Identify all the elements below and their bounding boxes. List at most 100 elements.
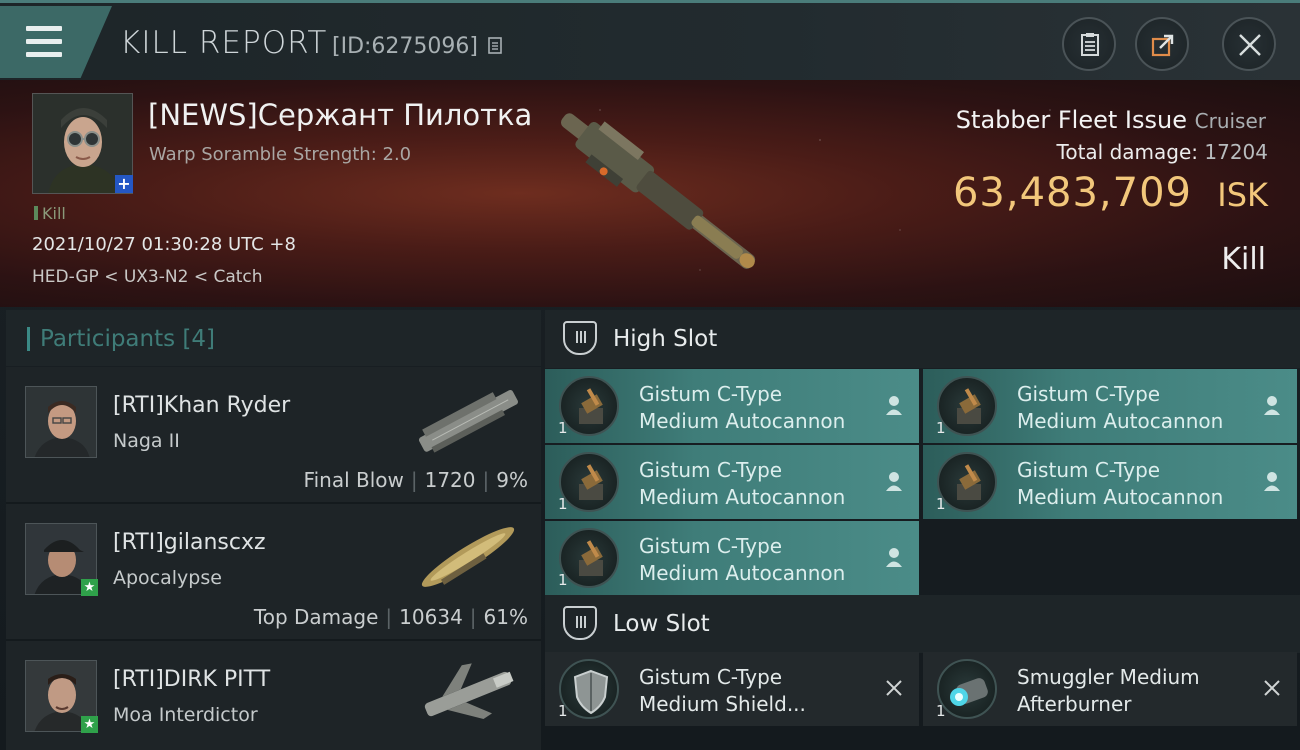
participant-row[interactable]: [RTI]Khan Ryder Naga II Final Blow | 1720 |… [6, 367, 541, 504]
total-damage-label: Total damage: [1056, 140, 1199, 164]
close-icon [1239, 34, 1261, 56]
module-item[interactable]: 1 Gistum C-Type Medium Autocannon [923, 445, 1297, 519]
victim-banner: + [NEWS]Сержант Пилотка Warp Soramble St… [0, 80, 1300, 307]
low-slot-title: Low Slot [613, 611, 710, 637]
high-slot-title: High Slot [613, 326, 718, 352]
clipboard-icon [1081, 33, 1099, 56]
page-title: KILL REPORT [120, 25, 328, 61]
header-bar: KILL REPORT [ID:6275096] [0, 0, 1300, 80]
user-icon [886, 396, 902, 415]
module-name: Gistum C-Type Medium Autocannon [639, 457, 845, 511]
user-icon [886, 548, 902, 567]
participants-header: Participants [4] [6, 310, 541, 366]
destroyed-icon [1264, 680, 1280, 696]
participant-row[interactable]: ★ [RTI]gilanscxz Apocalypse Top Damage | 1… [6, 504, 541, 641]
module-item[interactable]: 1 Smuggler Medium Afterburner [923, 652, 1297, 726]
participant-row[interactable]: ★ [RTI]DIRK PITT Moa Interdictor [6, 641, 541, 750]
user-icon [886, 472, 902, 491]
stats-divider: | [469, 605, 477, 629]
menu-button[interactable] [0, 6, 112, 78]
participant-stats: Final Blow | 1720 | 9% [304, 468, 528, 492]
kill-location[interactable]: HED-GP < UX3-N2 < Catch [32, 267, 263, 287]
high-slot-header: High Slot [545, 310, 1300, 368]
close-button[interactable] [1222, 17, 1276, 71]
low-slot-icon [563, 606, 597, 640]
total-damage: Total damage: 17204 [1057, 140, 1268, 164]
participant-percent: 61% [483, 605, 528, 629]
star-badge-icon: ★ [81, 579, 98, 596]
module-quantity: 1 [558, 571, 568, 589]
module-item[interactable]: 1 Gistum C-Type Medium Autocannon [545, 445, 919, 519]
stats-divider: | [482, 468, 490, 492]
victim-ship-image [561, 113, 756, 269]
kill-tag-text: Kill [42, 204, 66, 223]
module-quantity: 1 [558, 495, 568, 513]
add-contact-icon[interactable]: + [115, 175, 133, 193]
module-name: Gistum C-Type Medium Autocannon [1017, 457, 1223, 511]
module-name: Gistum C-Type Medium Shield... [639, 664, 806, 718]
module-item[interactable]: 1 Gistum C-Type Medium Autocannon [545, 521, 919, 595]
isk-unit: ISK [1217, 176, 1268, 214]
module-name-line: Medium Autocannon [639, 409, 846, 433]
menu-icon-bar [26, 39, 62, 44]
kill-result: Kill [1221, 242, 1266, 277]
module-item[interactable]: 1 Gistum C-Type Medium Autocannon [545, 369, 919, 443]
module-item[interactable]: 1 Gistum C-Type Medium Autocannon [923, 369, 1297, 443]
high-slot-icon [563, 321, 597, 355]
participant-percent: 9% [496, 468, 528, 492]
kill-datetime: 2021/10/27 01:30:28 UTC +8 [32, 234, 296, 255]
kill-type-label: Kill [34, 204, 66, 223]
participant-damage: 10634 [399, 605, 463, 629]
module-name-line: Gistum C-Type [639, 665, 783, 689]
module-name-line: Gistum C-Type [1017, 382, 1161, 406]
module-name: Smuggler Medium Afterburner [1017, 664, 1200, 718]
notes-button[interactable] [1062, 17, 1116, 71]
total-damage-value: 17204 [1204, 140, 1268, 164]
module-name: Gistum C-Type Medium Autocannon [639, 381, 845, 435]
user-icon [1264, 396, 1280, 415]
participant-ship-image [424, 663, 514, 720]
module-name-line: Medium Autocannon [1017, 485, 1224, 509]
pilot-portrait-image [26, 387, 96, 457]
participant-ship-image [418, 389, 518, 453]
participant-ship: Naga II [113, 430, 180, 452]
module-quantity: 1 [558, 419, 568, 437]
module-name-line: Gistum C-Type [639, 534, 783, 558]
autocannon-icon [559, 376, 619, 436]
low-slot-header: Low Slot [545, 595, 1300, 653]
module-name: Gistum C-Type Medium Autocannon [1017, 381, 1223, 435]
module-name-line: Medium Shield... [639, 692, 806, 716]
autocannon-icon [937, 452, 997, 512]
copy-icon[interactable] [487, 36, 505, 56]
share-icon [1151, 34, 1174, 57]
participant-stats: Top Damage | 10634 | 61% [254, 605, 528, 629]
isk-value: 63,483,709 [952, 170, 1192, 216]
module-quantity: 1 [558, 702, 568, 720]
module-name-line: Afterburner [1017, 692, 1132, 716]
kill-report-screen: KILL REPORT [ID:6275096] + [NEWS]Сержант… [0, 0, 1300, 750]
module-name-line: Medium Autocannon [1017, 409, 1224, 433]
stats-divider: | [410, 468, 418, 492]
user-icon [1264, 472, 1280, 491]
participant-name[interactable]: [RTI]gilanscxz [113, 530, 266, 555]
participant-name[interactable]: [RTI]Khan Ryder [113, 393, 290, 418]
victim-ship-name[interactable]: Stabber Fleet Issue Cruiser [956, 106, 1266, 134]
participant-name[interactable]: [RTI]DIRK PITT [113, 667, 270, 692]
participant-avatar[interactable] [25, 386, 97, 458]
victim-name[interactable]: [NEWS]Сержант Пилотка [148, 98, 532, 132]
report-id: [ID:6275096] [332, 34, 478, 59]
stats-divider: | [385, 605, 393, 629]
menu-icon-bar [26, 52, 62, 57]
share-button[interactable] [1135, 17, 1189, 71]
participant-ship-image [421, 527, 515, 587]
menu-icon [26, 26, 62, 31]
participant-role: Top Damage [253, 605, 379, 629]
autocannon-icon [559, 528, 619, 588]
module-item[interactable]: 1 Gistum C-Type Medium Shield... [545, 652, 919, 726]
participants-list: [RTI]Khan Ryder Naga II Final Blow | 1720 |… [6, 367, 541, 750]
autocannon-icon [937, 376, 997, 436]
shield-icon [559, 659, 619, 719]
module-name-line: Medium Autocannon [639, 561, 846, 585]
ship-type: Stabber Fleet Issue [955, 106, 1187, 134]
participants-count: [4] [182, 326, 216, 352]
